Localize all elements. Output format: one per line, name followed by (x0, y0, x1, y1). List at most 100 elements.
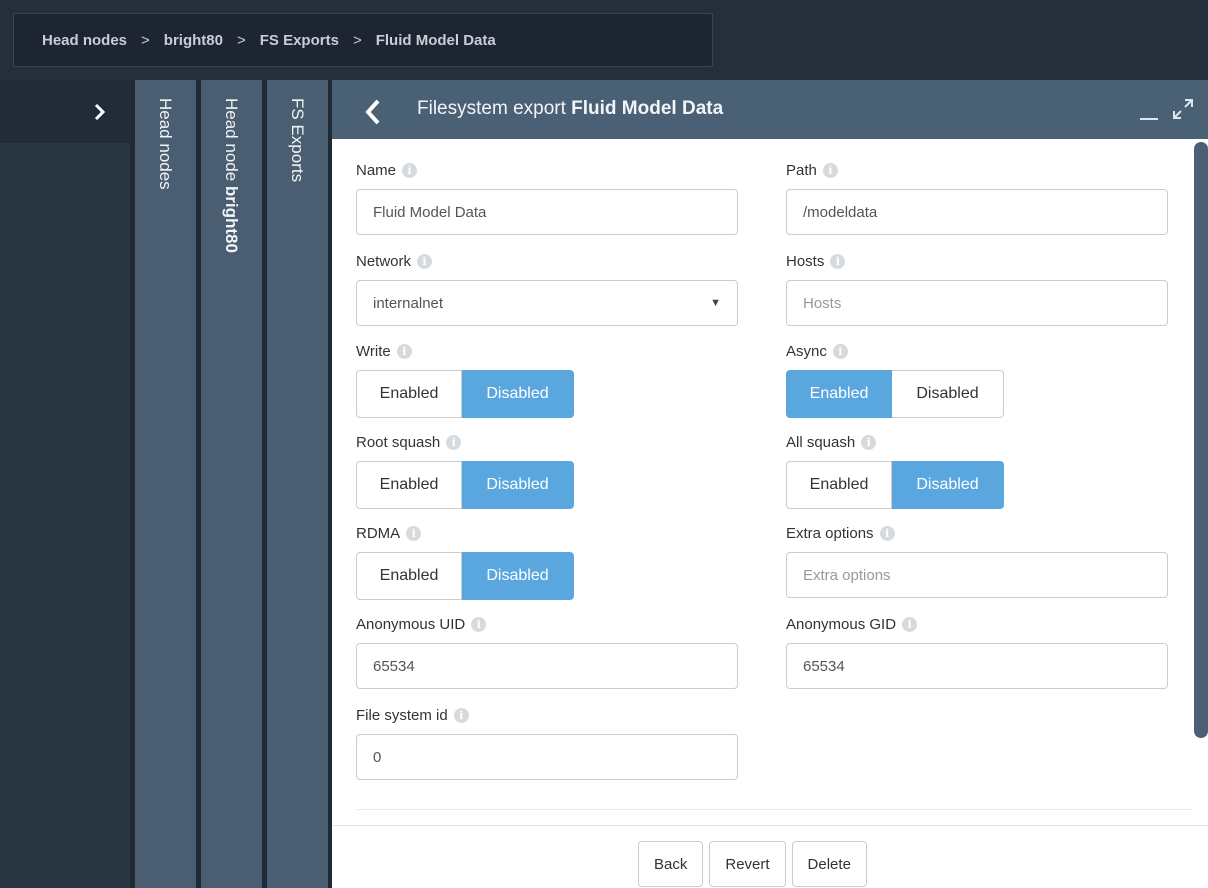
breadcrumb: Head nodes > bright80 > FS Exports > Flu… (13, 13, 713, 67)
fsid-label: File system id i (356, 705, 738, 725)
panel-head-node-prefix: Head node (222, 98, 241, 186)
left-collapsed-column (0, 80, 130, 888)
info-icon[interactable]: i (402, 162, 418, 178)
info-icon[interactable]: i (879, 525, 895, 541)
hosts-input[interactable] (786, 280, 1168, 326)
maximize-icon[interactable] (1172, 98, 1194, 120)
all-squash-group: All squash i Enabled Disabled (786, 432, 1168, 509)
name-label: Name i (356, 160, 738, 180)
panel-fs-exports[interactable]: FS Exports (267, 80, 328, 888)
anon-uid-group: Anonymous UID i (356, 614, 738, 689)
path-label-text: Path (786, 161, 817, 179)
breadcrumb-item-fs-exports[interactable]: FS Exports (260, 32, 339, 49)
info-icon[interactable]: i (830, 253, 846, 269)
path-label: Path i (786, 160, 1168, 180)
page-title-name: Fluid Model Data (571, 98, 724, 119)
root-squash-group: Root squash i Enabled Disabled (356, 432, 738, 509)
name-group: Name i (356, 160, 738, 235)
breadcrumb-item-bright80[interactable]: bright80 (164, 32, 223, 49)
extra-options-label: Extra options i (786, 523, 1168, 543)
info-icon[interactable]: i (832, 343, 848, 359)
all-squash-label-text: All squash (786, 433, 856, 451)
write-group: Write i Enabled Disabled (356, 341, 738, 418)
anon-gid-input[interactable] (786, 643, 1168, 689)
footer: Back Revert Delete (332, 825, 1208, 888)
header-icons (1140, 94, 1194, 120)
extra-options-group: Extra options i (786, 523, 1168, 598)
breadcrumb-separator: > (236, 31, 246, 49)
all-squash-enabled-button[interactable]: Enabled (786, 461, 892, 509)
expand-sidebar-button[interactable] (0, 80, 130, 143)
panel-head-node-bright80[interactable]: Head node bright80 (201, 80, 262, 888)
network-label-text: Network (356, 252, 412, 270)
write-label: Write i (356, 341, 738, 361)
info-icon[interactable]: i (822, 162, 838, 178)
footer-buttons: Back Revert Delete (638, 841, 867, 887)
root-squash-disabled-button[interactable]: Disabled (462, 461, 574, 509)
scrollbar[interactable] (1194, 142, 1208, 738)
anon-uid-label: Anonymous UID i (356, 614, 738, 634)
panel-head-node-name: bright80 (222, 185, 241, 253)
back-button[interactable]: Back (638, 841, 704, 887)
panel-head-node-label: Head node bright80 (221, 98, 241, 253)
hosts-label: Hosts i (786, 251, 1168, 271)
fsid-input[interactable] (356, 734, 738, 780)
info-icon[interactable]: i (861, 434, 877, 450)
main-header: Filesystem export Fluid Model Data (332, 80, 1208, 139)
info-icon[interactable]: i (396, 343, 412, 359)
all-squash-disabled-button[interactable]: Disabled (892, 461, 1004, 509)
all-squash-label: All squash i (786, 432, 1168, 452)
root-squash-label: Root squash i (356, 432, 738, 452)
root-squash-enabled-button[interactable]: Enabled (356, 461, 462, 509)
breadcrumb-separator: > (141, 31, 150, 49)
extra-options-input[interactable] (786, 552, 1168, 598)
hosts-group: Hosts i (786, 251, 1168, 326)
network-select[interactable]: internalnet ▼ (356, 280, 738, 326)
panel-head-nodes-label: Head nodes (156, 98, 175, 190)
name-label-text: Name (356, 161, 397, 179)
main-panel: Filesystem export Fluid Model Data Name i… (332, 80, 1208, 888)
info-icon[interactable]: i (902, 616, 918, 632)
minimize-icon[interactable] (1140, 118, 1158, 120)
info-icon[interactable]: i (471, 616, 487, 632)
network-label: Network i (356, 251, 738, 271)
chevron-left-icon[interactable] (362, 98, 384, 126)
info-icon[interactable]: i (406, 525, 422, 541)
network-select-value: internalnet (373, 294, 444, 312)
rdma-disabled-button[interactable]: Disabled (462, 552, 574, 600)
async-disabled-button[interactable]: Disabled (892, 370, 1004, 418)
anon-uid-input[interactable] (356, 643, 738, 689)
page-title-prefix: Filesystem export (417, 98, 572, 119)
info-icon[interactable]: i (417, 253, 433, 269)
rdma-group: RDMA i Enabled Disabled (356, 523, 738, 600)
rdma-toggle: Enabled Disabled (356, 552, 738, 600)
extra-options-label-text: Extra options (786, 524, 874, 542)
breadcrumb-item-head-nodes[interactable]: Head nodes (42, 32, 127, 49)
info-icon[interactable]: i (453, 707, 469, 723)
write-enabled-button[interactable]: Enabled (356, 370, 462, 418)
delete-button[interactable]: Delete (791, 841, 867, 887)
name-input[interactable] (356, 189, 738, 235)
panel-head-nodes[interactable]: Head nodes (135, 80, 196, 888)
fsid-group: File system id i (356, 705, 738, 780)
revert-button[interactable]: Revert (709, 841, 786, 887)
rdma-label: RDMA i (356, 523, 738, 543)
async-enabled-button[interactable]: Enabled (786, 370, 892, 418)
path-group: Path i (786, 160, 1168, 235)
all-squash-toggle: Enabled Disabled (786, 461, 1168, 509)
top-bar: Head nodes > bright80 > FS Exports > Flu… (0, 0, 1208, 80)
rdma-label-text: RDMA (356, 524, 401, 542)
breadcrumb-item-fluid-model-data[interactable]: Fluid Model Data (376, 32, 496, 49)
write-disabled-button[interactable]: Disabled (462, 370, 574, 418)
anon-uid-label-text: Anonymous UID (356, 615, 466, 633)
fsid-label-text: File system id (356, 706, 448, 724)
page-title: Filesystem export Fluid Model Data (417, 98, 723, 120)
info-icon[interactable]: i (446, 434, 462, 450)
rdma-enabled-button[interactable]: Enabled (356, 552, 462, 600)
async-label: Async i (786, 341, 1168, 361)
anon-gid-group: Anonymous GID i (786, 614, 1168, 689)
async-group: Async i Enabled Disabled (786, 341, 1168, 418)
network-group: Network i internalnet ▼ (356, 251, 738, 326)
anon-gid-label: Anonymous GID i (786, 614, 1168, 634)
path-input[interactable] (786, 189, 1168, 235)
